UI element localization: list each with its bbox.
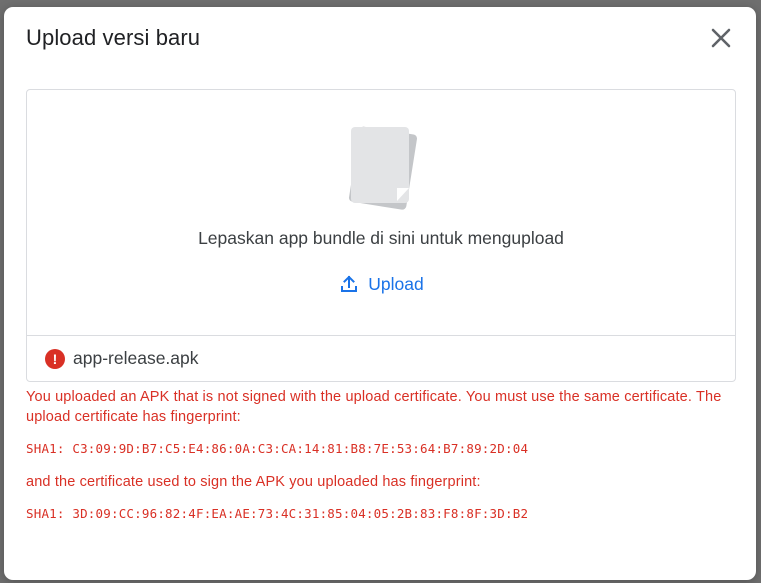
upload-icon	[341, 275, 358, 292]
uploaded-file-row: ! app-release.apk	[27, 335, 735, 381]
upload-button[interactable]: Upload	[333, 270, 431, 298]
dialog-title: Upload versi baru	[26, 25, 201, 50]
file-dropzone[interactable]: Lepaskan app bundle di sini untuk mengup…	[26, 89, 736, 382]
document-icon	[348, 126, 417, 210]
actual-fingerprint: SHA1: 3D:09:CC:96:82:4F:EA:AE:73:4C:31:8…	[26, 506, 529, 521]
upload-label: Upload	[368, 273, 424, 294]
expected-fingerprint: SHA1: C3:09:9D:B7:C5:E4:86:0A:C3:CA:14:8…	[26, 441, 529, 456]
error-icon: !	[45, 348, 65, 369]
close-icon	[711, 28, 731, 48]
upload-dialog: Upload versi baru Lepaskan app bundle di…	[4, 7, 756, 580]
close-button[interactable]	[704, 23, 738, 53]
error-message: You uploaded an APK that is not signed w…	[26, 389, 722, 425]
drop-instruction: Lepaskan app bundle di sini untuk mengup…	[198, 228, 564, 248]
error-message-2: and the certificate used to sign the APK…	[26, 474, 481, 490]
error-block: You uploaded an APK that is not signed w…	[26, 387, 726, 521]
file-name: app-release.apk	[73, 348, 199, 368]
